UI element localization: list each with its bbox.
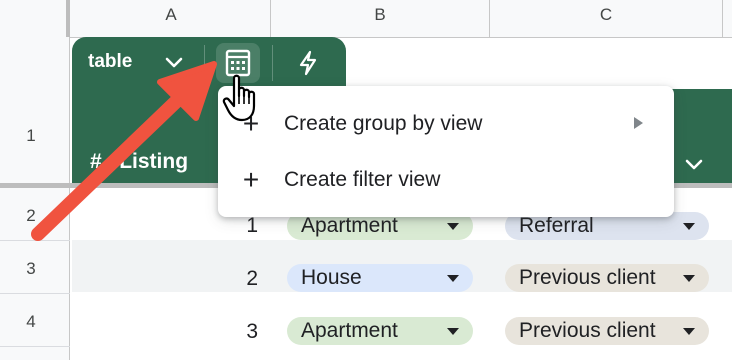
hand-cursor-icon — [222, 74, 256, 122]
annotation-arrow — [31, 61, 217, 241]
